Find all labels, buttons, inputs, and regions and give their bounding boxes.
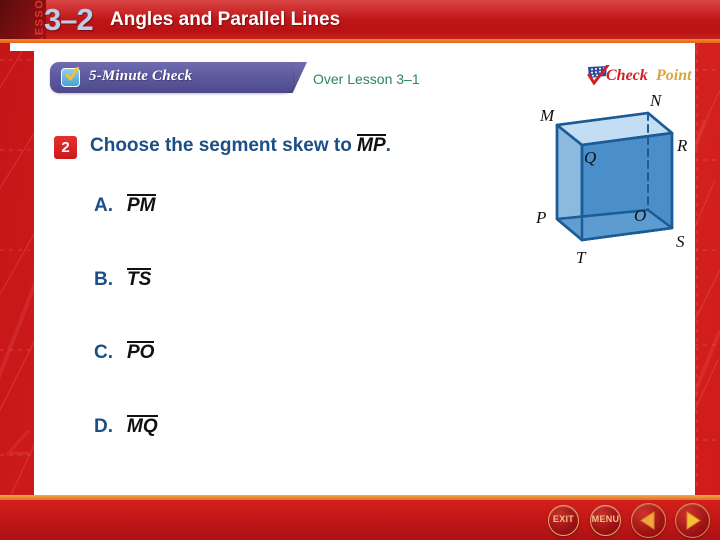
prism-vertex-s: S	[676, 232, 685, 251]
prism-vertex-q: Q	[584, 148, 597, 167]
question-prompt: Choose the segment skew to MP.	[90, 134, 391, 157]
checkpoint-point-text: Point	[656, 67, 692, 84]
answer-choice-d-segment: MQ	[127, 415, 158, 437]
prism-vertex-o: O	[634, 206, 647, 225]
menu-button[interactable]: MENU	[590, 505, 621, 536]
answer-choice-c[interactable]: C. PO	[94, 341, 155, 364]
answer-choice-a-letter: A.	[94, 195, 113, 216]
question-prompt-suffix: .	[385, 135, 391, 156]
checkbox-check-icon	[61, 67, 80, 87]
answer-choice-d[interactable]: D. MQ	[94, 415, 158, 438]
rectangular-prism-diagram: M N Q R P O S T	[520, 88, 705, 283]
menu-button-label: MENU	[591, 514, 620, 524]
back-button[interactable]	[631, 503, 666, 538]
prism-vertex-m: M	[540, 106, 555, 125]
content-panel-notch	[10, 43, 40, 51]
exit-button-label: EXIT	[552, 514, 575, 524]
answer-choice-d-letter: D.	[94, 416, 113, 437]
prism-vertex-p: P	[536, 208, 547, 227]
question-prompt-prefix: Choose the segment skew to	[90, 135, 358, 156]
question-number-badge: 2	[54, 136, 77, 159]
over-lesson-label: Over Lesson 3–1	[313, 71, 420, 87]
exit-button[interactable]: EXIT	[548, 505, 579, 536]
lesson-title-label: Angles and Parallel Lines	[110, 9, 341, 30]
checkpoint-check-text: Check	[606, 67, 648, 84]
prism-vertex-r: R	[677, 136, 688, 155]
slide-header: LESSON 3–2 Angles and Parallel Lines	[0, 0, 720, 43]
answer-choice-b-segment: TS	[127, 268, 152, 290]
prism-vertex-t: T	[576, 248, 586, 267]
answer-choice-c-letter: C.	[94, 342, 113, 363]
slide-root: ∠ LESSON 3–2 Angles and Parallel Lines 5…	[0, 0, 720, 540]
five-minute-check-label: 5-Minute Check	[89, 68, 193, 84]
header-sheen	[0, 0, 720, 20]
lesson-number-label: 3–2	[44, 2, 94, 37]
forward-button[interactable]	[675, 503, 710, 538]
prism-vertex-n: N	[650, 91, 662, 110]
answer-choice-a-segment: PM	[127, 194, 156, 216]
answer-choice-a[interactable]: A. PM	[94, 194, 156, 217]
answer-choice-c-segment: PO	[127, 341, 155, 363]
triangle-right-icon	[686, 511, 701, 530]
answer-choice-b-letter: B.	[94, 269, 113, 290]
question-prompt-segment: MP	[357, 134, 386, 156]
answer-choice-b[interactable]: B. TS	[94, 268, 152, 291]
five-minute-check-badge[interactable]: 5-Minute Check	[50, 62, 293, 93]
svg-text:∠: ∠	[2, 426, 32, 463]
triangle-left-icon	[640, 511, 655, 530]
